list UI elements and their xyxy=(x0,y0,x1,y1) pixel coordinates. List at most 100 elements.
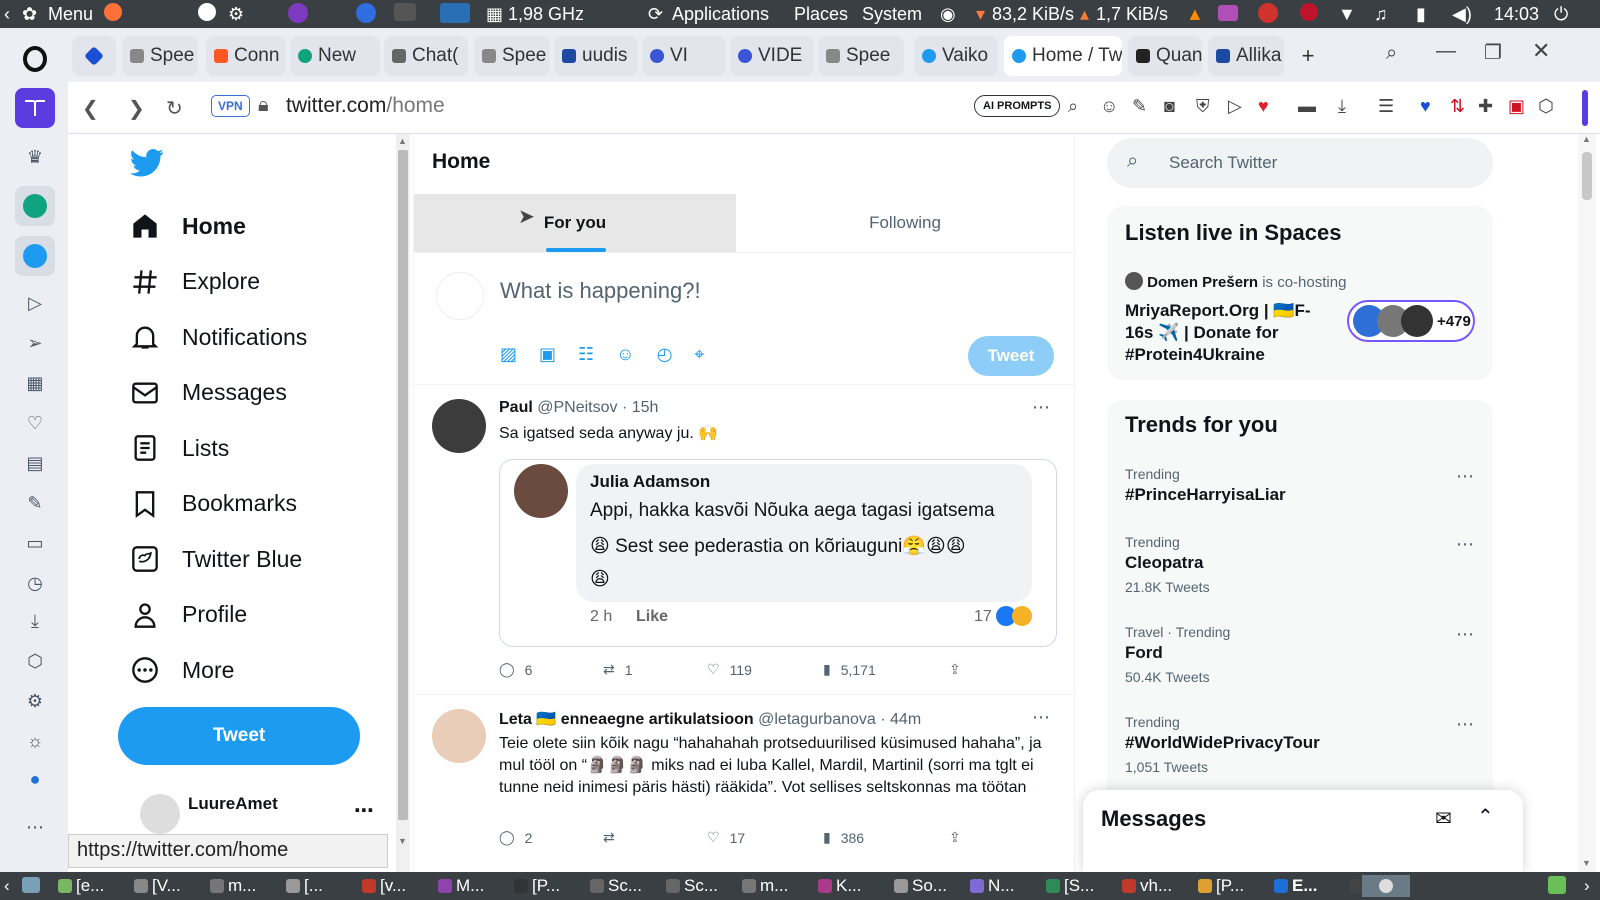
search-input[interactable]: Search Twitter xyxy=(1169,153,1277,173)
url-field[interactable]: twitter.com/home xyxy=(286,94,445,118)
taskbar-item[interactable]: So... xyxy=(894,875,966,897)
tweet-more-icon[interactable]: ⋯ xyxy=(1032,707,1050,728)
taskbar-item[interactable]: M... xyxy=(438,875,510,897)
share-tweet-button[interactable]: ⇪ xyxy=(949,661,961,678)
reload-icon[interactable]: ↻ xyxy=(166,96,183,121)
gif-icon[interactable]: ▣ xyxy=(539,344,556,365)
reply-button[interactable]: ◯ 2 xyxy=(499,829,603,846)
tweet-handle[interactable]: @letagurbanova xyxy=(758,711,876,728)
tray-app-icon[interactable] xyxy=(1218,5,1238,26)
taskbar-item[interactable]: [P... xyxy=(1198,875,1270,897)
close-icon[interactable]: ✕ xyxy=(1532,38,1550,64)
extension-box-icon[interactable]: ▣ xyxy=(1508,96,1525,117)
views-button[interactable]: ▮ 5,171 xyxy=(823,661,949,678)
tweet-time[interactable]: 44m xyxy=(890,711,921,728)
messages-dock[interactable]: Messages ✉ ⌃ xyxy=(1083,790,1523,872)
download-icon[interactable]: ⤓ xyxy=(1338,96,1346,117)
nav-item-bookmarks[interactable]: Bookmarks xyxy=(130,480,297,528)
space-listeners[interactable]: +479 xyxy=(1347,300,1475,342)
opera-launcher-icon[interactable] xyxy=(356,3,376,28)
twitter-logo-icon[interactable] xyxy=(130,148,164,178)
tab[interactable]: Quan xyxy=(1128,36,1202,76)
volume-icon[interactable]: ◀) xyxy=(1452,4,1472,25)
tab[interactable]: Vaiko xyxy=(914,36,998,76)
tab[interactable]: Conn xyxy=(206,36,286,76)
page-scroll-down-icon[interactable]: ▼ xyxy=(1582,858,1591,868)
taskbar-item[interactable]: m... xyxy=(742,875,814,897)
taskbar-item[interactable]: [S... xyxy=(1046,875,1118,897)
spaces-host-line[interactable]: Domen Prešern is co-hosting xyxy=(1125,272,1346,291)
space-title[interactable]: MriyaReport.Org | 🇺🇦F-16s ✈️ | Donate fo… xyxy=(1125,300,1335,366)
gear-cluster-icon[interactable]: ⚙ xyxy=(228,4,244,25)
taskbar-active-item[interactable] xyxy=(1362,875,1410,897)
nav-item-profile[interactable]: Profile xyxy=(130,591,247,639)
menu-gear-icon[interactable]: ✿ xyxy=(22,4,37,25)
account-avatar[interactable] xyxy=(140,794,180,834)
composer-avatar[interactable] xyxy=(436,272,484,320)
taskbar-left-arrow-icon[interactable]: ‹ xyxy=(4,876,10,896)
left-scrollbar[interactable]: ▲ ▼ xyxy=(396,134,410,872)
nav-item-twitter-blue[interactable]: Twitter Blue xyxy=(130,535,302,583)
taskbar-app-icon[interactable] xyxy=(1548,876,1566,899)
vlc-icon[interactable]: ▲ xyxy=(1186,4,1204,25)
firefox-icon[interactable] xyxy=(104,3,122,26)
share-icon[interactable]: ▷ xyxy=(1228,96,1242,117)
crown-icon[interactable]: ♛ xyxy=(18,140,52,174)
places-menu[interactable]: Places xyxy=(794,4,848,25)
system-menu[interactable]: System xyxy=(862,4,922,25)
trend-more-icon[interactable]: ⋯ xyxy=(1456,714,1475,735)
tweet-author[interactable]: Leta xyxy=(499,711,532,728)
account-more-icon[interactable]: ⋯ xyxy=(354,798,374,823)
tray-record-icon[interactable] xyxy=(1300,3,1318,26)
tweet-author[interactable]: Paul xyxy=(499,399,533,416)
heart-fav-icon[interactable]: ♥ xyxy=(1258,96,1269,117)
left-arrow-icon[interactable]: ‹ xyxy=(4,4,10,25)
menu-label[interactable]: Menu xyxy=(48,4,93,25)
tray-red-icon[interactable] xyxy=(1258,3,1278,28)
trend-item[interactable]: Trending #WorldWidePrivacyTour 1,051 Tweet… xyxy=(1125,714,1475,775)
tweet-handle[interactable]: @PNeitsov xyxy=(537,399,617,416)
poll-icon[interactable]: ☷ xyxy=(578,344,594,365)
views-button[interactable]: ▮ 386 xyxy=(823,829,949,846)
scroll-thumb[interactable] xyxy=(398,150,408,820)
trend-item[interactable]: Travel · Trending Ford 50.4K Tweets ⋯ xyxy=(1125,624,1475,685)
share-tweet-button[interactable]: ⇪ xyxy=(949,829,961,846)
trend-more-icon[interactable]: ⋯ xyxy=(1456,534,1475,555)
retweet-button[interactable]: ⇄ 1 xyxy=(603,661,707,678)
wifi-icon[interactable]: ▼ xyxy=(1338,4,1356,25)
nav-item-home[interactable]: Home xyxy=(130,202,246,250)
tweet-avatar[interactable] xyxy=(432,399,486,453)
camera-icon[interactable]: ◙ xyxy=(1164,96,1175,117)
forward-icon[interactable]: ❯ xyxy=(128,96,145,121)
chatgpt-icon[interactable] xyxy=(15,186,55,226)
taskbar-item[interactable]: Sc... xyxy=(666,875,738,897)
tab[interactable]: New xyxy=(290,36,380,76)
trend-more-icon[interactable]: ⋯ xyxy=(1456,466,1475,487)
send-icon[interactable]: ➢ xyxy=(18,326,52,360)
taskbar-item[interactable]: [P... xyxy=(514,875,586,897)
tweet-time[interactable]: 15h xyxy=(632,399,659,416)
tab[interactable]: VIDE xyxy=(730,36,814,76)
emoji-icon[interactable]: ☺ xyxy=(1100,96,1118,117)
show-desktop-icon[interactable] xyxy=(22,877,40,898)
tab[interactable]: Chat( xyxy=(384,36,468,76)
scroll-up-icon[interactable]: ▲ xyxy=(398,136,407,146)
extension-arrows-icon[interactable]: ⇅ xyxy=(1450,96,1465,117)
reply-button[interactable]: ◯ 6 xyxy=(499,661,603,678)
composer-tweet-button[interactable]: Tweet xyxy=(968,336,1054,376)
tab[interactable]: Allika xyxy=(1208,36,1284,76)
lens-icon[interactable]: ⌕ xyxy=(1068,96,1078,117)
page-scroll-thumb[interactable] xyxy=(1582,152,1592,200)
tab-for-you[interactable]: For you xyxy=(414,194,736,252)
taskbar-item[interactable]: [e... xyxy=(58,875,130,897)
vpn-badge[interactable]: VPN xyxy=(211,95,250,117)
back-icon[interactable]: ❮ xyxy=(82,96,99,121)
battery-saver-icon[interactable]: ▬ xyxy=(1298,96,1316,117)
chat-bubble-icon[interactable]: ● xyxy=(18,762,52,796)
pinned-tab[interactable] xyxy=(72,36,116,76)
news-icon[interactable]: ▤ xyxy=(18,446,52,480)
ai-prompts-button[interactable]: AI PROMPTS xyxy=(974,95,1061,117)
taskbar-item[interactable]: [V... xyxy=(134,875,206,897)
taskbar-item[interactable]: E... xyxy=(1274,875,1346,897)
tweet-card[interactable]: Leta 🇺🇦 enneaegne artikulatsioon @letagu… xyxy=(414,694,1074,872)
